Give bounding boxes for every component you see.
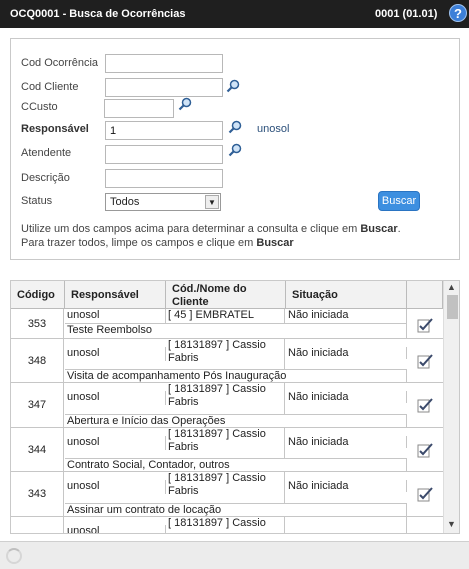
cell-codigo: [11, 517, 64, 533]
help-icon[interactable]: ?: [449, 4, 467, 22]
ccusto-input[interactable]: [104, 99, 174, 118]
row-action[interactable]: [407, 517, 443, 533]
cell-responsavel: unosol: [65, 525, 166, 533]
info-line-2: Para trazer todos, limpe os campos e cli…: [21, 237, 294, 249]
col-codigo[interactable]: Código: [11, 281, 65, 309]
search-cliente-icon[interactable]: [226, 79, 240, 93]
row-action[interactable]: [407, 339, 443, 383]
ccusto-label: CCusto: [21, 101, 58, 113]
row-action[interactable]: [407, 383, 443, 428]
descricao-label: Descrição: [21, 172, 70, 184]
cell-responsavel: unosol: [65, 391, 166, 405]
edit-check-icon[interactable]: [416, 397, 434, 413]
buscar-button[interactable]: Buscar: [378, 191, 420, 211]
search-atendente-icon[interactable]: [228, 143, 242, 157]
cell-responsavel: unosol: [65, 436, 166, 450]
col-cliente[interactable]: Cód./Nome do Cliente: [166, 281, 286, 309]
table-row[interactable]: 348 unosol [ 18131897 ] Cassio Fabris Nã…: [11, 339, 443, 383]
cell-cliente: [ 18131897 ] Cassio Fabris: [166, 339, 285, 369]
col-actions: [407, 281, 443, 309]
cell-descricao: Teste Reembolso: [65, 323, 407, 339]
status-select[interactable]: Todos ▼: [105, 193, 221, 211]
version-label: 0001 (01.01): [375, 8, 438, 20]
status-bar: [0, 541, 469, 569]
cod-ocorrencia-input[interactable]: [105, 54, 223, 73]
row-action[interactable]: [407, 309, 443, 339]
search-responsavel-icon[interactable]: [228, 120, 242, 134]
cell-responsavel: unosol: [65, 309, 166, 323]
cell-cliente: [ 18131897 ] Cassio Fabris: [166, 472, 285, 503]
cod-cliente-label: Cod Cliente: [21, 81, 79, 93]
responsavel-input[interactable]: [105, 121, 223, 140]
cell-cliente: [ 45 ] EMBRATEL: [166, 309, 285, 323]
grid-header: Código Responsável Cód./Nome do Cliente …: [11, 281, 443, 309]
cell-cliente: [ 18131897 ] Cassio Fabris: [166, 428, 285, 458]
cell-situacao: Não iniciada: [286, 436, 407, 448]
col-responsavel[interactable]: Responsável: [65, 281, 166, 309]
cell-situacao: Não iniciada: [286, 309, 407, 323]
spinner-icon: [6, 548, 22, 564]
cod-ocorrencia-label: Cod Ocorrência: [21, 57, 99, 69]
search-ccusto-icon[interactable]: [178, 97, 192, 111]
cell-codigo: 344: [11, 428, 64, 472]
cell-descricao: Abertura e Início das Operações: [65, 414, 407, 428]
cell-situacao: Não iniciada: [286, 391, 407, 403]
results-grid: Código Responsável Cód./Nome do Cliente …: [10, 280, 460, 534]
chevron-down-icon: ▼: [205, 195, 219, 209]
cell-situacao: Não iniciada: [286, 347, 407, 359]
cell-descricao: Visita de acompanhamento Pós Inauguração: [65, 369, 407, 383]
cell-cliente: [ 18131897 ] Cassio: [166, 517, 285, 533]
cell-situacao: [286, 517, 407, 533]
edit-check-icon[interactable]: [416, 317, 434, 333]
table-row[interactable]: 343 unosol [ 18131897 ] Cassio Fabris Nã…: [11, 472, 443, 517]
edit-check-icon[interactable]: [416, 486, 434, 502]
status-selected-value: Todos: [110, 196, 140, 208]
cell-codigo: 348: [11, 339, 64, 383]
cell-descricao: Assinar um contrato de locação: [65, 503, 407, 517]
descricao-input[interactable]: [105, 169, 223, 188]
status-label: Status: [21, 195, 53, 207]
grid-scrollbar[interactable]: ▲ ▼: [443, 281, 459, 533]
edit-check-icon[interactable]: [416, 442, 434, 458]
atendente-label: Atendente: [21, 147, 72, 159]
cell-responsavel: unosol: [65, 480, 166, 494]
edit-check-icon[interactable]: [416, 353, 434, 369]
cell-codigo: 353: [11, 309, 64, 339]
scroll-thumb[interactable]: [447, 295, 458, 319]
cell-codigo: 347: [11, 383, 64, 428]
col-situacao[interactable]: Situação: [286, 281, 407, 309]
page-title: OCQ0001 - Busca de Ocorrências: [10, 8, 186, 20]
row-action[interactable]: [407, 472, 443, 517]
cell-codigo: 343: [11, 472, 64, 517]
table-row[interactable]: 344 unosol [ 18131897 ] Cassio Fabris Nã…: [11, 428, 443, 472]
cell-cliente: [ 18131897 ] Cassio Fabris: [166, 383, 285, 414]
row-action[interactable]: [407, 428, 443, 472]
table-row[interactable]: 347 unosol [ 18131897 ] Cassio Fabris Nã…: [11, 383, 443, 428]
search-form: Cod Ocorrência Cod Cliente CCusto Respon…: [10, 38, 460, 260]
table-row[interactable]: unosol [ 18131897 ] Cassio: [11, 517, 443, 533]
table-row[interactable]: 353 unosol [ 45 ] EMBRATEL Não iniciada …: [11, 309, 443, 339]
title-bar: OCQ0001 - Busca de Ocorrências 0001 (01.…: [0, 0, 469, 28]
info-line-1: Utilize um dos campos acima para determi…: [21, 223, 401, 235]
responsavel-name: unosol: [257, 123, 290, 135]
responsavel-label: Responsável: [21, 123, 89, 135]
cell-situacao: Não iniciada: [286, 480, 407, 492]
scroll-up-icon[interactable]: ▲: [447, 282, 456, 292]
atendente-input[interactable]: [105, 145, 223, 164]
scroll-down-icon[interactable]: ▼: [447, 519, 456, 529]
cell-responsavel: unosol: [65, 347, 166, 361]
cod-cliente-input[interactable]: [105, 78, 223, 97]
cell-descricao: Contrato Social, Contador, outros: [65, 458, 407, 472]
